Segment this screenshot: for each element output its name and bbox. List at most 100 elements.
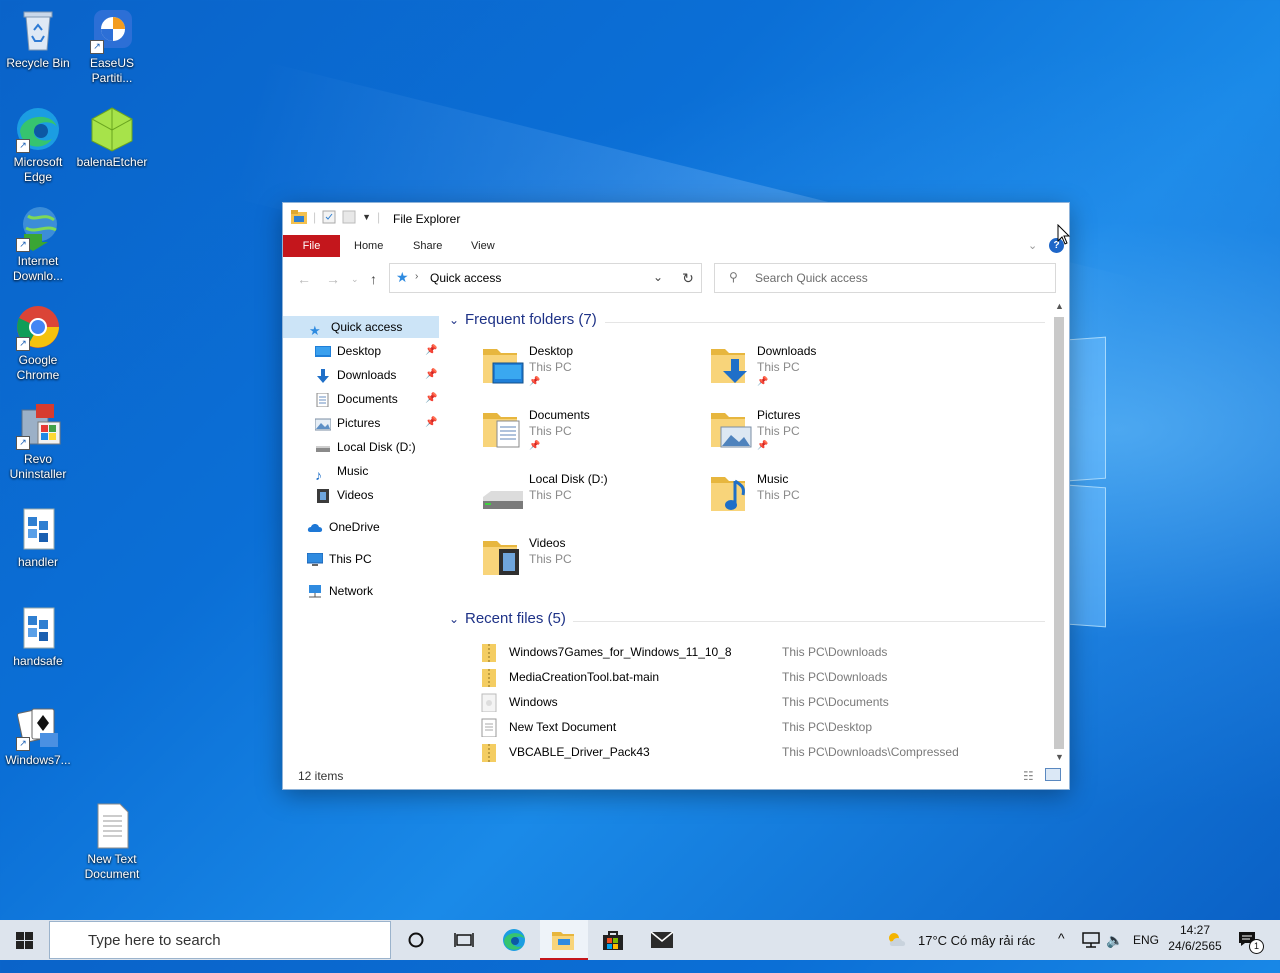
start-button[interactable] [0, 920, 48, 960]
language-indicator[interactable]: ENG [1133, 933, 1159, 973]
desktop-icon-handler[interactable]: handler [0, 505, 76, 570]
network-wired-icon[interactable] [1082, 932, 1100, 972]
desktop-icon-revo[interactable]: ↗ Revo Uninstaller [0, 402, 76, 482]
shortcut-arrow-icon: ↗ [16, 737, 30, 751]
large-icons-view-icon[interactable] [1045, 768, 1061, 781]
recent-locations-icon[interactable]: ⌄ [351, 274, 359, 285]
file-explorer-window[interactable]: | ▼ | File Explorer File Home Share View… [283, 203, 1069, 789]
address-history-dropdown-icon[interactable]: ⌄ [653, 270, 663, 284]
chevron-down-icon[interactable]: ⌄ [449, 612, 459, 626]
taskbar-file-explorer-button[interactable] [540, 920, 588, 960]
sidebar-item-pictures[interactable]: Pictures [314, 412, 380, 434]
refresh-button[interactable]: ↻ [675, 263, 702, 293]
text-file-icon [481, 718, 497, 737]
folder-tile-downloads[interactable]: Downloads This PC 📌 [709, 343, 929, 403]
speaker-volume-icon[interactable]: 🔈 [1106, 932, 1123, 972]
address-bar[interactable]: ★ › Quick access ⌄ [389, 263, 702, 293]
desktop-icon-recycle-bin[interactable]: Recycle Bin [0, 6, 76, 71]
frequent-folders-heading[interactable]: Frequent folders (7) [465, 311, 597, 328]
pin-icon: 📌 [425, 417, 438, 428]
vertical-scrollbar[interactable]: ▲ ▼ [1052, 301, 1067, 767]
taskbar-mail-button[interactable] [638, 920, 686, 960]
properties-icon[interactable] [322, 210, 336, 224]
folder-tile-documents[interactable]: Documents This PC 📌 [481, 407, 701, 467]
recent-file-row[interactable]: MediaCreationTool.bat-main This PC\Downl… [481, 666, 1041, 688]
search-icon: ⚲ [729, 270, 738, 284]
text-file-icon [88, 802, 136, 850]
sidebar-item-onedrive[interactable]: OneDrive [307, 516, 380, 538]
toolbar-separator: | [313, 210, 317, 224]
recent-file-row[interactable]: VBCABLE_Driver_Pack43 This PC\Downloads\… [481, 741, 1041, 763]
desktop-folder-icon [315, 344, 331, 358]
cortana-button[interactable] [392, 920, 440, 960]
folder-tile-local-disk-d[interactable]: Local Disk (D:) This PC [481, 471, 701, 531]
desktop-icon-balenaetcher[interactable]: balenaEtcher [74, 105, 150, 170]
drive-icon [315, 440, 331, 454]
expand-ribbon-icon[interactable]: ⌄ [1028, 239, 1037, 252]
downloads-folder-icon [709, 343, 753, 387]
scroll-down-arrow-icon[interactable]: ▼ [1055, 752, 1064, 762]
folder-tile-music[interactable]: Music This PC [709, 471, 929, 531]
taskbar-edge-button[interactable] [490, 920, 538, 960]
sidebar-item-local-disk-d[interactable]: Local Disk (D:) [315, 436, 416, 458]
sidebar-item-this-pc[interactable]: This PC [306, 548, 372, 570]
shortcut-arrow-icon: ↗ [16, 436, 30, 450]
desktop-icon-edge[interactable]: ↗ Microsoft Edge [0, 105, 76, 185]
tab-home[interactable]: Home [354, 240, 383, 252]
desktop-icon-idm[interactable]: ↗ Internet Downlo... [0, 204, 76, 284]
chevron-down-icon[interactable]: ⌄ [449, 313, 459, 327]
recent-file-row[interactable]: New Text Document This PC\Desktop [481, 716, 1041, 738]
pictures-icon [314, 416, 332, 431]
taskbar-store-button[interactable] [590, 920, 638, 960]
up-arrow-icon[interactable]: ↑ [370, 271, 377, 287]
folder-tile-videos[interactable]: Videos This PC [481, 535, 701, 595]
desktop-icon-handsafe[interactable]: handsafe [0, 604, 76, 669]
task-view-button[interactable] [440, 920, 488, 960]
customize-toolbar-icon[interactable]: ▼ [362, 212, 371, 222]
tab-view[interactable]: View [471, 240, 495, 252]
sidebar-item-documents[interactable]: Documents [315, 388, 398, 410]
search-input[interactable]: ⚲ Search Quick access [714, 263, 1056, 293]
scroll-up-arrow-icon[interactable]: ▲ [1055, 301, 1064, 311]
desktop-icon-easeus[interactable]: ↗ EaseUS Partiti... [74, 6, 150, 86]
taskbar-search-input[interactable]: Type here to search [49, 921, 391, 959]
pin-icon: 📌 [529, 376, 541, 386]
sidebar-item-downloads[interactable]: Downloads [315, 364, 396, 386]
folder-tile-desktop[interactable]: Desktop This PC 📌 [481, 343, 701, 403]
desktop-icon-chrome[interactable]: ↗ Google Chrome [0, 303, 76, 383]
recent-file-row[interactable]: Windows This PC\Documents [481, 691, 1041, 713]
desktop-icon-label: Windows7... [5, 753, 71, 767]
sidebar-item-quick-access[interactable]: ★ Quick access [283, 316, 439, 338]
clock[interactable]: 14:27 24/6/2565 [1168, 920, 1222, 960]
recent-file-row[interactable]: Windows7Games_for_Windows_11_10_8 This P… [481, 641, 1041, 663]
new-folder-icon[interactable] [342, 210, 356, 224]
scrollbar-thumb[interactable] [1054, 317, 1064, 749]
folder-location: This PC [757, 360, 800, 374]
sidebar-item-desktop[interactable]: Desktop [315, 340, 381, 362]
breadcrumb-chevron-icon: › [415, 271, 419, 282]
sidebar-item-network[interactable]: Network [307, 580, 373, 602]
show-hidden-icons-chevron-icon[interactable]: ^ [1058, 930, 1065, 970]
action-center-button[interactable]: 1 [1236, 920, 1266, 960]
folder-location: This PC [529, 552, 572, 566]
pin-icon: 📌 [529, 440, 541, 450]
folder-tile-pictures[interactable]: Pictures This PC 📌 [709, 407, 929, 467]
forward-arrow-icon[interactable]: → [326, 271, 340, 287]
sidebar-item-videos[interactable]: Videos [315, 484, 373, 506]
sidebar-item-music[interactable]: ♪ Music [315, 460, 368, 483]
pin-icon: 📌 [425, 393, 438, 404]
tab-file[interactable]: File [283, 235, 340, 257]
desktop-icon-new-text-document[interactable]: New Text Document [74, 802, 150, 882]
tab-share[interactable]: Share [413, 240, 442, 252]
title-bar[interactable]: | ▼ | File Explorer [283, 203, 1069, 233]
recent-files-heading[interactable]: Recent files (5) [465, 610, 566, 627]
details-view-icon[interactable]: ☷ [1023, 769, 1034, 783]
sidebar-item-label: Downloads [337, 368, 397, 382]
desktop-icon-label: balenaEtcher [76, 155, 148, 169]
status-item-count: 12 items [298, 769, 344, 783]
desktop-icon-windows7-games[interactable]: ↗ Windows7... [0, 703, 76, 768]
file-icon [481, 693, 497, 712]
breadcrumb[interactable]: Quick access [430, 271, 501, 285]
sidebar-item-label: Videos [337, 488, 374, 502]
back-arrow-icon[interactable]: ← [297, 271, 311, 287]
